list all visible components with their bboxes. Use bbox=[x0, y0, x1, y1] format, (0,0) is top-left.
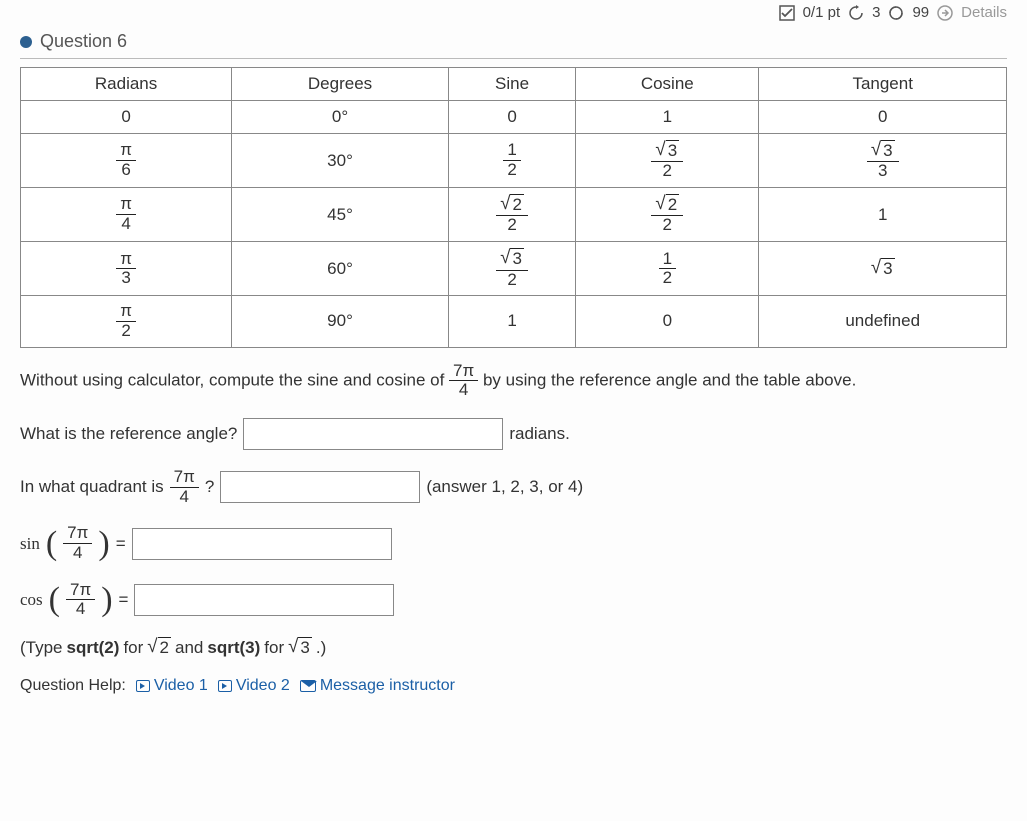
video1-link[interactable]: Video 1 bbox=[136, 677, 208, 695]
points-bar: 0/1 pt 3 99 Details bbox=[20, 0, 1007, 25]
col-cosine: Cosine bbox=[576, 68, 759, 101]
col-degrees: Degrees bbox=[232, 68, 449, 101]
reference-angle-unit: radians. bbox=[509, 424, 569, 444]
quadrant-label: In what quadrant is bbox=[20, 477, 164, 497]
col-radians: Radians bbox=[21, 68, 232, 101]
trig-table: Radians Degrees Sine Cosine Tangent 0 0°… bbox=[20, 67, 1007, 348]
reference-angle-row: What is the reference angle? radians. bbox=[20, 418, 1007, 450]
sin-label: sin bbox=[20, 534, 40, 554]
retry-icon bbox=[848, 5, 864, 21]
quadrant-row: In what quadrant is 7π4? (answer 1, 2, 3… bbox=[20, 468, 1007, 506]
message-instructor-link[interactable]: Message instructor bbox=[300, 677, 455, 695]
help-label: Question Help: bbox=[20, 677, 126, 695]
play-icon bbox=[136, 680, 150, 692]
details-icon bbox=[937, 5, 953, 21]
reference-angle-input[interactable] bbox=[243, 418, 503, 450]
cos-row: cos ( 7π4 ) = bbox=[20, 581, 1007, 619]
points-text: 0/1 pt bbox=[803, 4, 841, 21]
reference-angle-label: What is the reference angle? bbox=[20, 424, 237, 444]
quadrant-input[interactable] bbox=[220, 471, 420, 503]
status-dot-icon bbox=[20, 36, 32, 48]
col-sine: Sine bbox=[448, 68, 575, 101]
attempts-icon bbox=[888, 5, 904, 21]
mail-icon bbox=[300, 680, 316, 692]
retry-count: 3 bbox=[872, 4, 880, 21]
table-row: π4 45° √22 √22 1 bbox=[21, 188, 1007, 242]
question-label: Question 6 bbox=[40, 31, 127, 52]
question-prompt: Without using calculator, compute the si… bbox=[20, 362, 1007, 400]
quadrant-hint: (answer 1, 2, 3, or 4) bbox=[426, 477, 583, 497]
cos-input[interactable] bbox=[134, 584, 394, 616]
table-row: π6 30° 12 √32 √33 bbox=[21, 134, 1007, 188]
sin-input[interactable] bbox=[132, 528, 392, 560]
sin-row: sin ( 7π4 ) = bbox=[20, 524, 1007, 562]
col-tangent: Tangent bbox=[759, 68, 1007, 101]
question-help: Question Help: Video 1 Video 2 Message i… bbox=[20, 677, 1007, 695]
type-hint: (Type sqrt(2) for √2 and sqrt(3) for √3.… bbox=[20, 637, 1007, 658]
attempts-text: 99 bbox=[912, 4, 929, 21]
cos-label: cos bbox=[20, 590, 43, 610]
table-row: 0 0° 0 1 0 bbox=[21, 101, 1007, 134]
play-icon bbox=[218, 680, 232, 692]
checkbox-icon bbox=[779, 5, 795, 21]
details-text: Details bbox=[961, 4, 1007, 21]
question-header: Question 6 bbox=[20, 25, 1007, 59]
table-header-row: Radians Degrees Sine Cosine Tangent bbox=[21, 68, 1007, 101]
table-row: π3 60° √32 12 √3 bbox=[21, 242, 1007, 296]
video2-link[interactable]: Video 2 bbox=[218, 677, 290, 695]
table-row: π2 90° 1 0 undefined bbox=[21, 296, 1007, 347]
